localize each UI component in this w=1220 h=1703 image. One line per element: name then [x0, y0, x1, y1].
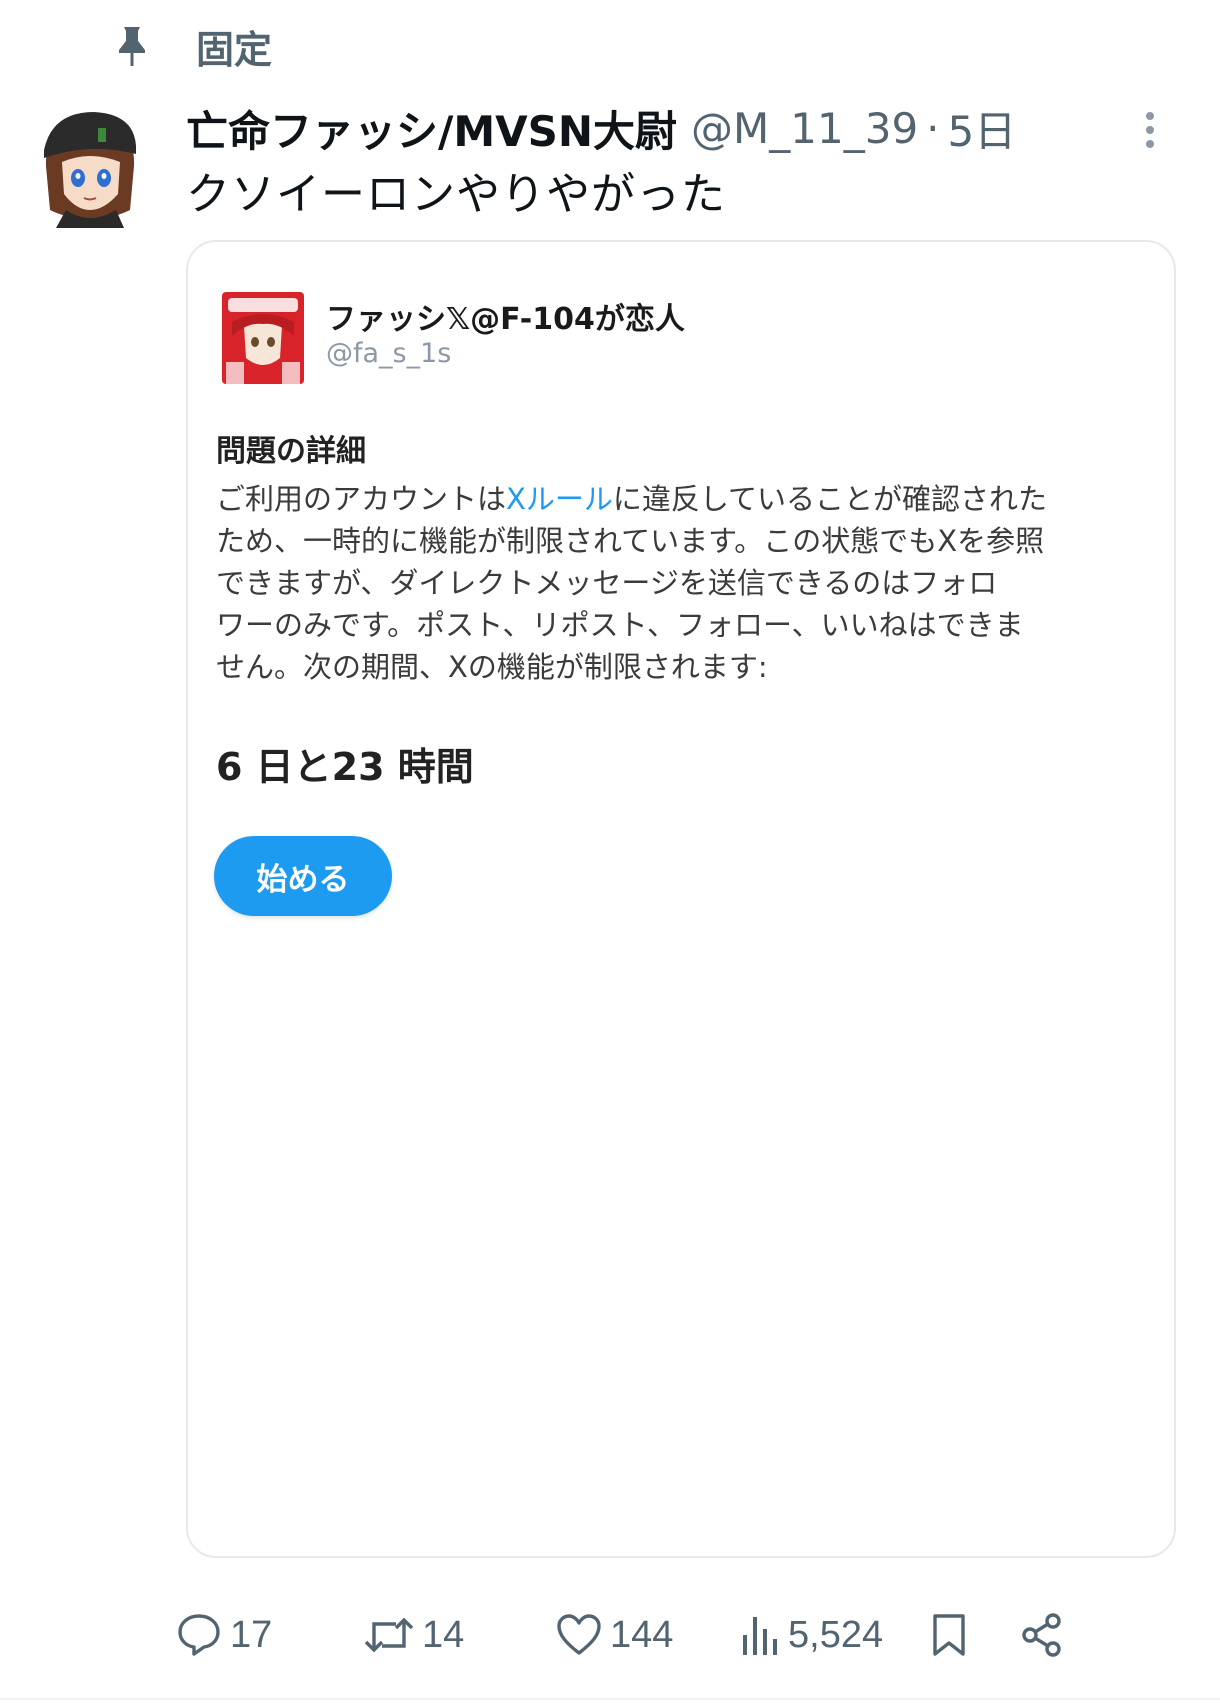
author-handle[interactable]: @M_11_39	[691, 104, 918, 153]
like-button[interactable]: 144	[556, 1600, 673, 1670]
body-line: せん。次の期間、Xの機能が制限されます:	[216, 650, 768, 684]
post-header: 亡命ファッシ/MVSN大尉 @M_11_39 · 5日	[186, 96, 1086, 160]
pinned-label: 固定	[196, 27, 273, 72]
reply-count: 17	[230, 1613, 273, 1656]
body-text: ご利用のアカウントは	[216, 482, 507, 516]
repost-count: 14	[422, 1613, 465, 1656]
start-button[interactable]: 始める	[214, 836, 392, 916]
issue-details-body: ご利用のアカウントはXルールに違反していることが確認された ため、一時的に機能が…	[216, 478, 1156, 688]
author-avatar[interactable]	[38, 106, 142, 228]
bookmark-icon	[930, 1612, 968, 1658]
x-rules-link[interactable]: Xルール	[506, 482, 613, 516]
views-icon	[740, 1613, 780, 1657]
quoted-author-handle[interactable]: @fa_s_1s	[326, 338, 451, 369]
repost-button[interactable]: 14	[364, 1600, 464, 1670]
restriction-duration: 6 日と23 時間	[216, 745, 474, 789]
pin-icon	[110, 21, 154, 71]
share-icon	[1020, 1612, 1064, 1658]
body-line: ワーのみです。ポスト、リポスト、フォロー、いいねはできま	[216, 608, 1024, 642]
reply-icon	[176, 1612, 222, 1658]
post-timestamp[interactable]: 5日	[948, 98, 1017, 159]
views-count: 5,524	[788, 1613, 884, 1656]
separator-dot: ·	[926, 103, 940, 153]
body-line: ため、一時的に機能が制限されています。この状態でもXを参照	[216, 524, 1045, 558]
share-button[interactable]	[1020, 1600, 1064, 1670]
quoted-author-name[interactable]: ファッシ𝕏@F-104が恋人	[326, 294, 685, 338]
more-vertical-icon	[1144, 110, 1156, 154]
bottom-divider	[0, 1698, 1220, 1700]
pinned-indicator: 固定	[110, 18, 272, 74]
body-line: ご利用のアカウントはXルールに違反していることが確認された	[216, 478, 1156, 520]
body-line: できますが、ダイレクトメッセージを送信できるのはフォロ	[216, 566, 998, 600]
repost-icon	[364, 1612, 414, 1658]
views-button[interactable]: 5,524	[740, 1600, 883, 1670]
body-text: に違反していることが確認された	[612, 482, 1048, 516]
heart-icon	[556, 1613, 602, 1657]
issue-details-heading: 問題の詳細	[216, 434, 366, 469]
bookmark-button[interactable]	[930, 1600, 968, 1670]
post-text: クソイーロンやりやがった	[186, 169, 726, 220]
quoted-author-avatar[interactable]	[222, 292, 304, 384]
like-count: 144	[610, 1613, 674, 1656]
author-display-name[interactable]: 亡命ファッシ/MVSN大尉	[186, 98, 677, 159]
more-options-button[interactable]	[1130, 108, 1170, 156]
reply-button[interactable]: 17	[176, 1600, 272, 1670]
quoted-card[interactable]: ファッシ𝕏@F-104が恋人 @fa_s_1s 問題の詳細 ご利用のアカウントは…	[186, 240, 1176, 1558]
post-action-bar: 17 14 144 5,524	[0, 1600, 1220, 1670]
